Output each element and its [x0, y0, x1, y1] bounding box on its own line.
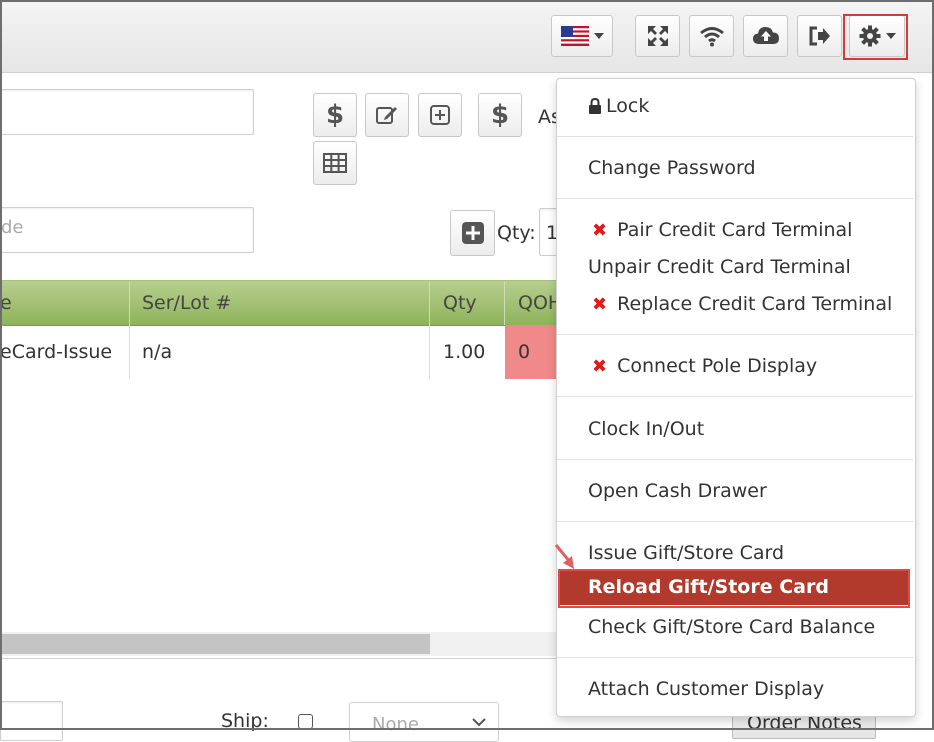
row-qty: 1.00 [443, 341, 486, 363]
chevron-down-icon [472, 718, 486, 727]
item-code-placeholder: de [1, 217, 24, 238]
edit-button[interactable] [365, 93, 409, 137]
menu-item-issue-gift-card[interactable]: Issue Gift/Store Card [588, 542, 784, 564]
edit-icon [376, 107, 397, 124]
scrollbar-thumb[interactable] [0, 634, 430, 654]
red-x-icon: ✖ [592, 293, 608, 315]
menu-item-label: Issue Gift/Store Card [588, 542, 785, 564]
price-button[interactable]: $ [313, 93, 357, 137]
menu-item-label: Pair Credit Card Terminal [617, 219, 853, 241]
us-flag-icon [560, 26, 589, 46]
item-code-input[interactable]: de [0, 207, 254, 253]
menu-item-label: Unpair Credit Card Terminal [588, 256, 851, 278]
menu-item-label: Change Password [588, 157, 756, 179]
red-x-icon: ✖ [592, 219, 608, 241]
menu-item-attach-customer-display[interactable]: Attach Customer Display [588, 678, 824, 700]
add-line-button[interactable] [450, 210, 495, 256]
logout-button[interactable] [797, 15, 842, 57]
ship-checkbox[interactable] [298, 714, 313, 729]
language-dropdown[interactable] [551, 15, 613, 57]
menu-item-pair-terminal[interactable]: ✖ Pair Credit Card Terminal [588, 219, 852, 241]
menu-item-lock[interactable]: Lock [588, 95, 649, 117]
expand-icon [647, 26, 668, 46]
menu-item-connect-pole-display[interactable]: ✖ Connect Pole Display [588, 355, 817, 377]
line-items-header: e Ser/Lot # Qty QOH [0, 280, 562, 326]
menu-item-open-cash-drawer[interactable]: Open Cash Drawer [588, 480, 767, 502]
menu-item-replace-terminal[interactable]: ✖ Replace Credit Card Terminal [588, 293, 892, 315]
qty-label: Qty: [497, 222, 536, 244]
menu-item-label: Open Cash Drawer [588, 480, 767, 502]
row-item: eCard-Issue [0, 341, 113, 363]
menu-item-lock-label: Lock [606, 95, 650, 117]
row-serlot: n/a [142, 341, 173, 363]
column-header-item[interactable]: e [0, 292, 12, 314]
footer-input[interactable] [0, 701, 63, 741]
chevron-down-icon [593, 33, 604, 39]
table-icon [323, 153, 347, 173]
menu-item-label: Attach Customer Display [588, 678, 825, 700]
dollar-icon: $ [490, 100, 510, 130]
logout-icon [809, 26, 830, 46]
menu-item-label: Connect Pole Display [617, 355, 818, 377]
connection-status-button[interactable] [689, 15, 734, 57]
dollar-icon: $ [325, 100, 345, 130]
wifi-icon [699, 27, 724, 47]
payment-button[interactable]: $ [478, 93, 522, 137]
red-x-icon: ✖ [592, 355, 608, 377]
fullscreen-button[interactable] [635, 15, 680, 57]
qoh-warning-cell [505, 325, 556, 379]
top-toolbar [0, 0, 934, 73]
ship-method-select[interactable]: None [349, 702, 499, 742]
menu-item-label: Check Gift/Store Card Balance [588, 616, 876, 638]
settings-dropdown-menu: Lock Change Password ✖ Pair Credit Card … [556, 78, 916, 717]
customer-input[interactable] [0, 89, 254, 135]
ship-label: Ship: [221, 710, 269, 732]
column-header-qty[interactable]: Qty [443, 292, 477, 314]
ship-method-value: None [372, 714, 419, 735]
annotation-highlight [558, 569, 910, 608]
annotation-highlight [843, 14, 908, 60]
row-qoh: 0 [518, 341, 531, 363]
annotation-arrow-icon [554, 544, 574, 569]
menu-item-unpair-terminal[interactable]: Unpair Credit Card Terminal [588, 256, 851, 278]
column-header-serlot[interactable]: Ser/Lot # [142, 292, 231, 314]
cloud-upload-icon [752, 27, 779, 44]
plus-square-icon [430, 105, 450, 125]
menu-item-clock-in-out[interactable]: Clock In/Out [588, 418, 704, 440]
add-item-button[interactable] [418, 93, 462, 137]
sync-button[interactable] [743, 15, 788, 57]
menu-item-change-password[interactable]: Change Password [588, 157, 756, 179]
menu-item-check-gift-card-balance[interactable]: Check Gift/Store Card Balance [588, 616, 875, 638]
plus-square-icon [461, 222, 484, 244]
table-view-button[interactable] [313, 141, 357, 185]
lock-icon [589, 98, 601, 114]
menu-item-label: Clock In/Out [588, 418, 705, 440]
menu-item-label: Replace Credit Card Terminal [617, 293, 893, 315]
